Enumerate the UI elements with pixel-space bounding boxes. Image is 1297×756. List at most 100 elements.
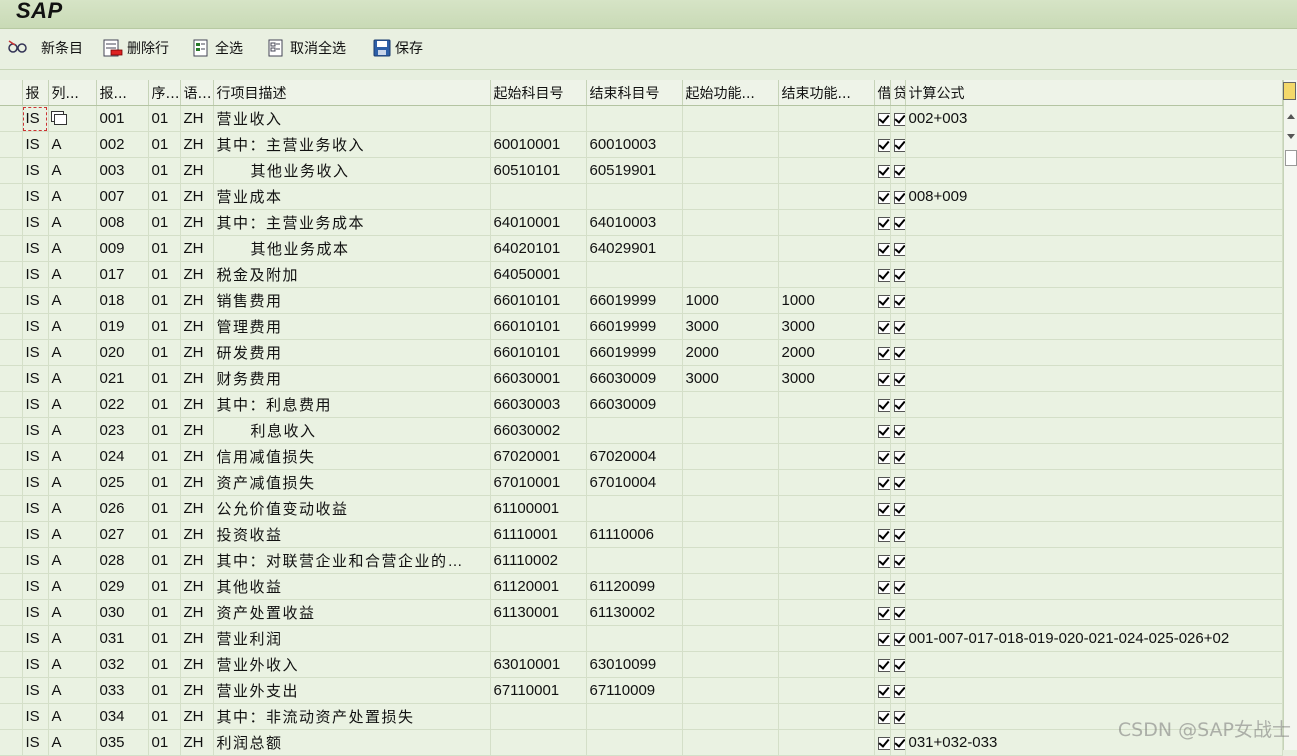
table-cell[interactable]: 01 [148, 417, 181, 444]
checkbox-checked-icon[interactable] [893, 450, 904, 464]
table-cell[interactable] [778, 157, 875, 184]
table-cell[interactable]: ZH [180, 391, 214, 418]
table-cell[interactable]: A [48, 209, 97, 236]
debit-checkbox[interactable] [874, 287, 891, 314]
table-cell[interactable]: IS [22, 573, 49, 600]
table-cell[interactable]: 64029901 [586, 235, 683, 262]
table-cell[interactable]: IS [22, 391, 49, 418]
table-cell[interactable]: A [48, 651, 97, 678]
table-cell[interactable]: 资产处置收益 [213, 599, 491, 626]
table-cell[interactable]: 66030009 [586, 391, 683, 418]
table-cell[interactable] [905, 495, 1283, 522]
table-cell[interactable]: A [48, 339, 97, 366]
table-cell[interactable] [586, 495, 683, 522]
table-cell[interactable]: 2000 [778, 339, 875, 366]
table-cell[interactable]: 64020101 [490, 235, 587, 262]
table-cell[interactable]: A [48, 521, 97, 548]
row-selector[interactable] [0, 573, 23, 600]
table-cell[interactable]: ZH [180, 703, 214, 730]
table-cell[interactable] [778, 547, 875, 574]
table-cell[interactable] [905, 599, 1283, 626]
table-cell[interactable]: 01 [148, 261, 181, 288]
table-row[interactable]: IS A 032 01 ZH 营业外收入 63010001 63010099 [0, 651, 1283, 678]
table-cell[interactable]: IS [22, 651, 49, 678]
row-selector[interactable] [0, 183, 23, 210]
row-selector[interactable] [0, 729, 23, 756]
checkbox-checked-icon[interactable] [893, 736, 904, 750]
table-cell[interactable]: A [48, 469, 97, 496]
table-row[interactable]: IS A 035 01 ZH 利润总额 031+032-033 [0, 729, 1283, 756]
column-header[interactable]: 行项目描述 [213, 80, 491, 106]
checkbox-checked-icon[interactable] [877, 242, 889, 256]
table-cell[interactable]: IS [22, 313, 49, 340]
credit-checkbox[interactable] [890, 651, 906, 678]
checkbox-checked-icon[interactable] [877, 346, 889, 360]
table-cell[interactable]: 030 [96, 599, 149, 626]
delete-row-button[interactable]: 删除行 [103, 37, 169, 59]
table-cell[interactable] [682, 573, 779, 600]
table-cell[interactable]: ZH [180, 469, 214, 496]
row-selector[interactable] [0, 599, 23, 626]
credit-checkbox[interactable] [890, 625, 906, 652]
table-cell[interactable] [905, 573, 1283, 600]
table-cell[interactable]: 3000 [682, 313, 779, 340]
table-cell[interactable] [682, 703, 779, 730]
table-cell[interactable]: 007 [96, 183, 149, 210]
table-cell[interactable]: ZH [180, 131, 214, 158]
select-all-corner[interactable] [0, 80, 23, 106]
table-cell[interactable] [905, 547, 1283, 574]
table-cell[interactable]: 009 [96, 235, 149, 262]
table-cell[interactable] [682, 209, 779, 236]
table-cell[interactable]: 008 [96, 209, 149, 236]
table-cell[interactable]: ZH [180, 235, 214, 262]
table-cell[interactable]: 66030009 [586, 365, 683, 392]
table-cell[interactable] [490, 105, 587, 132]
debit-checkbox[interactable] [874, 313, 891, 340]
table-cell[interactable] [586, 729, 683, 756]
table-row[interactable]: IS A 026 01 ZH 公允价值变动收益 61100001 [0, 495, 1283, 522]
table-cell[interactable] [682, 651, 779, 678]
table-cell[interactable] [682, 391, 779, 418]
table-cell[interactable]: ZH [180, 157, 214, 184]
checkbox-checked-icon[interactable] [893, 398, 904, 412]
table-cell[interactable]: 01 [148, 729, 181, 756]
credit-checkbox[interactable] [890, 157, 906, 184]
table-cell[interactable]: 01 [148, 677, 181, 704]
table-cell[interactable]: A [48, 365, 97, 392]
table-row[interactable]: IS A 030 01 ZH 资产处置收益 61130001 61130002 [0, 599, 1283, 626]
credit-checkbox[interactable] [890, 729, 906, 756]
debit-checkbox[interactable] [874, 625, 891, 652]
checkbox-checked-icon[interactable] [877, 502, 889, 516]
credit-checkbox[interactable] [890, 339, 906, 366]
table-row[interactable]: IS A 027 01 ZH 投资收益 61110001 61110006 [0, 521, 1283, 548]
table-cell[interactable]: 01 [148, 131, 181, 158]
credit-checkbox[interactable] [890, 599, 906, 626]
row-selector[interactable] [0, 547, 23, 574]
table-row[interactable]: IS A 025 01 ZH 资产减值损失 67010001 67010004 [0, 469, 1283, 496]
table-cell[interactable]: 01 [148, 391, 181, 418]
table-cell[interactable]: 64010001 [490, 209, 587, 236]
column-header[interactable]: 列... [48, 80, 97, 106]
row-selector[interactable] [0, 235, 23, 262]
table-cell[interactable]: A [48, 313, 97, 340]
debit-checkbox[interactable] [874, 573, 891, 600]
table-cell[interactable] [905, 443, 1283, 470]
table-cell[interactable]: 其中：主营业务成本 [213, 209, 491, 236]
table-cell[interactable]: 01 [148, 443, 181, 470]
table-cell[interactable]: 研发费用 [213, 339, 491, 366]
table-cell[interactable]: 028 [96, 547, 149, 574]
table-cell[interactable] [778, 469, 875, 496]
table-cell[interactable] [778, 443, 875, 470]
table-cell[interactable]: 其他收益 [213, 573, 491, 600]
table-cell[interactable] [682, 443, 779, 470]
table-cell[interactable]: 01 [148, 183, 181, 210]
table-cell[interactable]: 61100001 [490, 495, 587, 522]
table-row[interactable]: IS A 002 01 ZH 其中：主营业务收入 60010001 60010003 [0, 131, 1283, 158]
table-cell[interactable] [905, 469, 1283, 496]
table-cell[interactable] [778, 729, 875, 756]
row-selector[interactable] [0, 209, 23, 236]
table-cell[interactable]: ZH [180, 677, 214, 704]
table-cell[interactable]: 023 [96, 417, 149, 444]
debit-checkbox[interactable] [874, 235, 891, 262]
checkbox-checked-icon[interactable] [893, 242, 904, 256]
